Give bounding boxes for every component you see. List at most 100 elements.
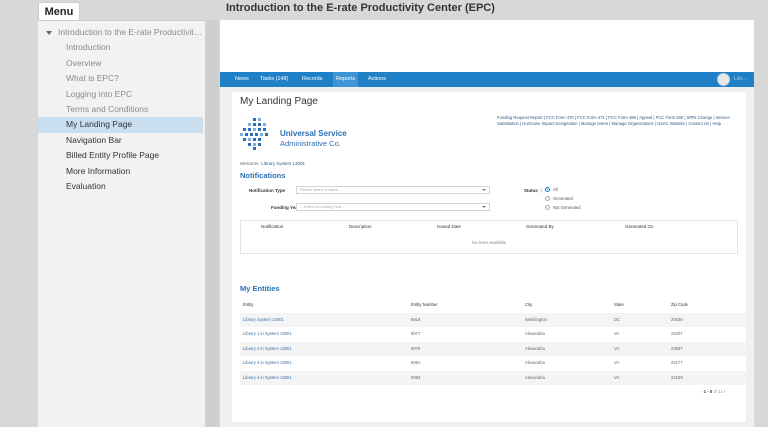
status-label: Status <box>524 188 538 193</box>
entity-link[interactable]: Library System 13001 <box>243 313 284 328</box>
menu-panel: Introduction to the E-rate Productivity … <box>38 20 209 427</box>
column-header-entity-number[interactable]: Entity Number <box>411 298 438 313</box>
notification-type-select[interactable]: Please select a value <box>296 186 490 194</box>
table-row: Library 3 in System 13001 9081 Alexandri… <box>240 356 746 371</box>
avatar[interactable] <box>717 73 730 86</box>
user-name[interactable]: Libr... <box>734 72 746 87</box>
menu-item-introduction[interactable]: Introduction <box>38 40 203 55</box>
table-header-row: Entity Entity Number City State Zip Code <box>240 298 746 313</box>
entity-link[interactable]: Library 2 in System 13001 <box>243 342 292 357</box>
column-header-state[interactable]: State <box>614 298 624 313</box>
pagination: ‹ 1 - 5 of 11 › <box>701 389 725 394</box>
usac-logo-mark-icon <box>240 118 268 150</box>
entity-city: Alexandria <box>525 374 545 380</box>
app-navbar: News Tasks (148) Records Reports Actions… <box>220 72 754 87</box>
menu-list: Introduction to the E-rate Productivity … <box>38 21 209 194</box>
entity-number: 9083 <box>411 374 421 380</box>
menu-item-terms-and-conditions[interactable]: Terms and Conditions <box>38 102 203 117</box>
entity-city: Alexandria <box>525 331 545 336</box>
logo-text-line2: Administrative Co. <box>280 139 341 148</box>
column-header-generated-by[interactable]: Generated By <box>526 224 554 229</box>
column-header-city[interactable]: City <box>525 298 532 313</box>
nav-tasks[interactable]: Tasks (148) <box>260 72 288 87</box>
entity-number: 9077 <box>411 331 421 336</box>
status-radio-not-generated[interactable] <box>545 205 550 210</box>
status-radio-all[interactable] <box>545 187 550 192</box>
menu-item-my-landing-page[interactable]: My Landing Page <box>38 117 203 133</box>
welcome-text: Welcome, Library System 13001 <box>240 161 305 166</box>
column-header-generated-on[interactable]: Generated On <box>625 224 654 229</box>
menu-item-navigation-bar[interactable]: Navigation Bar <box>38 133 203 148</box>
slide-area: News Tasks (148) Records Reports Actions… <box>220 20 754 427</box>
quick-links[interactable]: Funding Request Report | FCC Form 470 | … <box>497 115 747 127</box>
table-row: Library 2 in System 13001 9079 Alexandri… <box>240 341 746 357</box>
column-header-entity[interactable]: Entity <box>243 298 253 313</box>
chevron-down-icon <box>482 206 486 208</box>
menu-item-what-is-epc[interactable]: What is EPC? <box>38 71 203 86</box>
menu-item-logging-into-epc[interactable]: Logging into EPC <box>38 87 203 102</box>
nav-actions[interactable]: Actions <box>368 72 386 87</box>
entities-table: Entity Entity Number City State Zip Code… <box>240 298 746 385</box>
menu-item-evaluation[interactable]: Evaluation <box>38 179 203 194</box>
funding-year-select[interactable]: -- Select a funding Year -- <box>296 203 490 211</box>
caret-down-icon <box>46 30 52 35</box>
entity-zip: 22177 <box>671 360 683 365</box>
entity-link[interactable]: Library 3 in System 13001 <box>243 356 292 371</box>
landing-page: My Landing Page Funding Request Report |… <box>232 92 746 422</box>
welcome-user-link[interactable]: Library System 13001 <box>261 161 305 166</box>
entities-heading: My Entities <box>240 284 280 293</box>
player-window: Introduction to the E-rate Productivity … <box>0 0 768 427</box>
entity-link[interactable]: Library 1 in System 13001 <box>243 327 292 342</box>
entity-state: VA <box>614 331 620 336</box>
course-title: Introduction to the E-rate Productivity … <box>226 2 495 14</box>
welcome-prefix: Welcome, <box>240 161 260 166</box>
entity-number: 9081 <box>411 360 421 365</box>
notifications-heading: Notifications <box>240 171 286 180</box>
entity-link[interactable]: Library 4 in System 13001 <box>243 371 292 386</box>
menu-item-overview[interactable]: Overview <box>38 56 203 71</box>
nav-news[interactable]: News <box>235 72 249 87</box>
notifications-table: Notification Description Issued Date Gen… <box>240 220 738 254</box>
column-header-description[interactable]: Description <box>349 224 372 229</box>
menu-item-more-information[interactable]: More Information <box>38 164 203 179</box>
usac-logo: Universal Service Administrative Co. <box>240 118 370 153</box>
menu-tab[interactable]: Menu <box>38 2 80 20</box>
column-header-issued-date[interactable]: Issued Date <box>437 224 461 229</box>
column-header-zip-code[interactable]: Zip Code <box>671 298 688 313</box>
nav-records[interactable]: Records <box>302 72 322 87</box>
notification-type-placeholder: Please select a value <box>300 187 338 192</box>
entity-state: VA <box>614 345 620 351</box>
entity-number: 8816 <box>411 316 421 322</box>
table-row: Library 1 in System 13001 9077 Alexandri… <box>240 327 746 342</box>
info-icon: ⓘ <box>539 188 544 193</box>
entity-number: 9079 <box>411 345 421 351</box>
entity-zip: 20036 <box>671 316 683 322</box>
empty-message: No items available <box>471 240 507 245</box>
menu-item-parent[interactable]: Introduction to the E-rate Productivity … <box>38 25 203 40</box>
prev-page-icon[interactable]: ‹ <box>701 389 702 394</box>
column-header-notification[interactable]: Notification <box>261 224 283 229</box>
entity-zip: 22207 <box>671 331 683 336</box>
menu-item-billed-entity-profile-page[interactable]: Billed Entity Profile Page <box>38 148 203 163</box>
next-page-icon[interactable]: › <box>724 389 725 394</box>
entity-state: DC <box>614 316 621 322</box>
entity-city: Washington <box>525 316 547 322</box>
entity-city: Alexandria <box>525 360 545 365</box>
menu-scrollbar[interactable] <box>205 20 219 427</box>
funding-year-placeholder: -- Select a funding Year -- <box>300 204 346 209</box>
menu-parent-label: Introduction to the E-rate Productivity … <box>58 27 203 37</box>
entity-zip: 23687 <box>671 345 683 351</box>
entity-city: Alexandria <box>525 345 545 351</box>
page-range: 1 - 5 <box>703 389 713 394</box>
page-total: of 11 <box>713 389 723 394</box>
status-option-all: All <box>553 187 558 192</box>
page-title: My Landing Page <box>240 96 318 107</box>
logo-text-line1: Universal Service <box>280 129 347 138</box>
table-row: Library 4 in System 13001 9083 Alexandri… <box>240 370 746 386</box>
chevron-down-icon <box>482 189 486 191</box>
nav-reports[interactable]: Reports <box>333 72 359 87</box>
status-option-not-generated: Not Generated <box>553 205 581 210</box>
epc-app-screenshot: News Tasks (148) Records Reports Actions… <box>220 72 754 427</box>
status-radio-generated[interactable] <box>545 196 550 201</box>
entity-state: VA <box>614 360 620 365</box>
